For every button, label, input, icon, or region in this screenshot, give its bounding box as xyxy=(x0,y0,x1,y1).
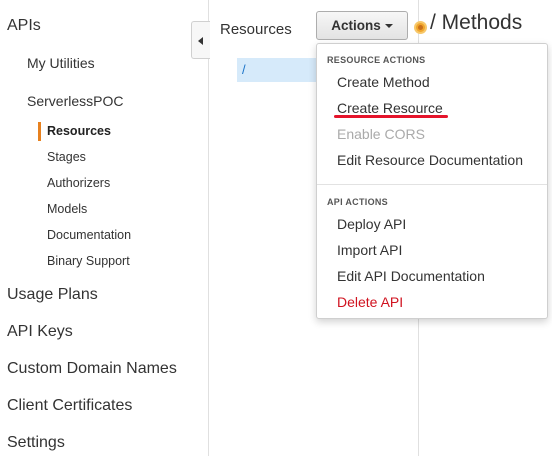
status-indicator-icon xyxy=(414,21,427,34)
sidebar-item-usage-plans[interactable]: Usage Plans xyxy=(7,286,98,304)
api-actions-header: API ACTIONS xyxy=(327,197,388,207)
sidebar-nav: APIs My Utilities ServerlessPOC Resource… xyxy=(0,0,209,456)
sidebar-item-binary-support[interactable]: Binary Support xyxy=(47,254,130,268)
menu-item-enable-cors: Enable CORS xyxy=(337,126,425,142)
sidebar-item-models[interactable]: Models xyxy=(47,202,87,216)
active-indicator xyxy=(38,122,41,141)
menu-item-edit-resource-documentation[interactable]: Edit Resource Documentation xyxy=(337,152,523,168)
sidebar-item-settings[interactable]: Settings xyxy=(7,434,65,452)
menu-item-create-resource[interactable]: Create Resource xyxy=(337,100,443,116)
caret-down-icon xyxy=(384,24,393,28)
resources-title: Resources xyxy=(220,21,292,38)
actions-dropdown-menu: RESOURCE ACTIONS Create Method Create Re… xyxy=(316,43,548,319)
sidebar-item-custom-domain-names[interactable]: Custom Domain Names xyxy=(7,360,177,378)
actions-button[interactable]: Actions xyxy=(316,11,408,40)
menu-item-delete-api[interactable]: Delete API xyxy=(337,294,403,310)
menu-item-create-method[interactable]: Create Method xyxy=(337,74,430,90)
sidebar-item-apis[interactable]: APIs xyxy=(7,17,41,35)
methods-title: / Methods xyxy=(430,11,523,34)
collapse-sidebar-button[interactable] xyxy=(191,21,210,59)
sidebar-item-stages[interactable]: Stages xyxy=(47,150,86,164)
menu-item-deploy-api[interactable]: Deploy API xyxy=(337,216,406,232)
sidebar-item-documentation[interactable]: Documentation xyxy=(47,228,131,242)
sidebar-item-my-utilities[interactable]: My Utilities xyxy=(27,55,95,71)
sidebar-item-client-certificates[interactable]: Client Certificates xyxy=(7,397,132,415)
resource-actions-header: RESOURCE ACTIONS xyxy=(327,55,426,65)
menu-item-import-api[interactable]: Import API xyxy=(337,242,402,258)
menu-item-edit-api-documentation[interactable]: Edit API Documentation xyxy=(337,268,485,284)
menu-divider xyxy=(317,184,547,185)
highlight-underline xyxy=(334,115,448,118)
sidebar-item-resources[interactable]: Resources xyxy=(47,124,111,138)
sidebar-item-api-keys[interactable]: API Keys xyxy=(7,323,73,341)
actions-button-label: Actions xyxy=(331,18,381,33)
sidebar-item-serverlesspoc[interactable]: ServerlessPOC xyxy=(27,93,123,109)
sidebar-item-authorizers[interactable]: Authorizers xyxy=(47,176,110,190)
